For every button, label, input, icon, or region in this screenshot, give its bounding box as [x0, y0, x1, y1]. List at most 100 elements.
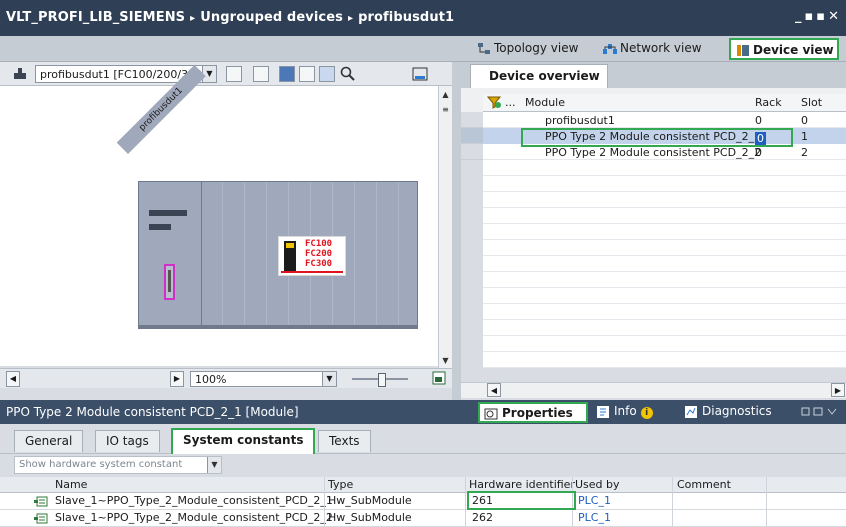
chevron-down-icon[interactable]: ▼	[439, 354, 452, 367]
tab-info[interactable]: Info i	[592, 402, 657, 423]
system-constants-table: Name Type Hardware identifier Used by Co…	[0, 477, 846, 527]
table-row[interactable]: Slave_1~PPO_Type_2_Module_consistent_PCD…	[0, 493, 846, 510]
column-hw-id[interactable]: Hardware identifier	[469, 478, 575, 491]
info-icon	[597, 406, 609, 418]
device-overview-header: ... Module Rack Slot	[483, 94, 846, 112]
tab-network-label: Network view	[620, 41, 702, 55]
cell-rack[interactable]: 0	[755, 114, 762, 127]
tab-topology-view[interactable]: Topology view	[472, 38, 584, 60]
tab-device-overview[interactable]: Device overview	[470, 64, 608, 88]
gutter-row	[461, 144, 483, 160]
scroll-right-icon[interactable]: ▶	[170, 371, 184, 387]
column-name[interactable]: Name	[55, 478, 87, 491]
fc-label-line: FC200	[305, 249, 333, 259]
zoom-select[interactable]: 100% ▼	[190, 371, 337, 387]
drive-icon	[284, 241, 296, 271]
column-divider[interactable]	[672, 477, 673, 527]
tab-diagnostics[interactable]: Diagnostics	[680, 402, 776, 423]
inspector-header: PPO Type 2 Module consistent PCD_2_1 [Mo…	[0, 400, 846, 424]
properties-subtabs: General IO tags System constants Texts	[0, 424, 846, 454]
zoom-slider[interactable]	[352, 373, 408, 387]
constant-icon	[34, 496, 48, 507]
breadcrumb: VLT_PROFI_LIB_SIEMENS ▸ Ungrouped devices ▸…	[6, 10, 454, 25]
table-row[interactable]: Slave_1~PPO_Type_2_Module_consistent_PCD…	[0, 510, 846, 527]
tab-diagnostics-label: Diagnostics	[702, 404, 772, 418]
subtab-io-tags[interactable]: IO tags	[95, 430, 160, 452]
cell-used-by-link[interactable]: PLC_1	[578, 494, 611, 507]
table-row[interactable]: profibusdut1 0 0	[483, 112, 846, 128]
column-rack[interactable]: Rack	[755, 96, 782, 109]
network-icon	[603, 44, 617, 54]
column-comment[interactable]: Comment	[677, 478, 731, 491]
toolbar-button-1[interactable]	[226, 66, 242, 82]
filter-icon[interactable]	[487, 96, 501, 109]
breadcrumb-project[interactable]: VLT_PROFI_LIB_SIEMENS	[6, 10, 185, 25]
split-view-icon[interactable]	[412, 66, 428, 82]
column-type[interactable]: Type	[328, 478, 353, 491]
cell-module: profibusdut1	[545, 114, 615, 127]
cell-rack[interactable]: 0	[755, 146, 762, 159]
column-divider[interactable]	[766, 477, 767, 527]
view-tabs-bar: Topology view Network view Device view	[0, 36, 846, 62]
rack-slot-0[interactable]	[139, 182, 202, 328]
tab-properties[interactable]: Properties	[478, 402, 588, 423]
profibus-connector[interactable]	[164, 264, 175, 300]
column-module[interactable]: Module	[525, 96, 565, 109]
chevron-up-icon[interactable]: ▲	[439, 88, 452, 101]
column-slot[interactable]: Slot	[801, 96, 822, 109]
zoom-icon[interactable]	[340, 66, 356, 82]
breadcrumb-group[interactable]: Ungrouped devices	[200, 10, 343, 25]
scroll-left-icon[interactable]: ◀	[487, 383, 501, 397]
column-divider[interactable]	[324, 477, 325, 527]
device-icon	[737, 45, 749, 56]
drive-module[interactable]: FC100 FC200 FC300	[278, 236, 346, 276]
cell-used-by-link[interactable]: PLC_1	[578, 511, 611, 524]
device-view-toolbar: profibusdut1 [FC100/200/300 ▼	[0, 62, 461, 86]
tab-network-view[interactable]: Network view	[598, 38, 708, 60]
zoom-value: 100%	[195, 373, 227, 386]
constants-filter-select[interactable]: Show hardware system constant ▼	[14, 456, 222, 474]
column-used-by[interactable]: Used by	[575, 478, 620, 491]
scroll-menu-icon[interactable]: ≡	[439, 103, 452, 116]
overview-horizontal-scrollbar[interactable]: ◀ ▶	[461, 382, 846, 398]
device-tool-icon[interactable]	[12, 67, 28, 81]
diagnostics-icon	[685, 406, 697, 418]
rack-bottom-line	[139, 325, 417, 328]
cell-hw-id[interactable]: 262	[472, 511, 493, 524]
subtab-system-constants[interactable]: System constants	[171, 428, 315, 454]
gutter-row	[461, 112, 483, 128]
breadcrumb-separator: ▸	[347, 13, 354, 24]
row-gutter	[461, 112, 483, 368]
pane-splitter[interactable]	[452, 62, 461, 400]
overview-navigator-icon[interactable]	[432, 371, 446, 385]
cell-type: Hw_SubModule	[328, 511, 412, 524]
scroll-left-icon[interactable]: ◀	[6, 371, 20, 387]
canvas-status-bar: ◀ ▶ 100% ▼	[0, 368, 452, 388]
selected-object-title: PPO Type 2 Module consistent PCD_2_1 [Mo…	[6, 405, 299, 419]
window-controls[interactable]: _▪▪✕	[795, 9, 842, 24]
fc-label-line: FC100	[305, 239, 333, 249]
highlight-selected-module	[521, 128, 793, 147]
column-ellipsis[interactable]: ...	[505, 96, 516, 109]
rack-marker	[149, 224, 171, 230]
cell-type: Hw_SubModule	[328, 494, 412, 507]
toolbar-button-2[interactable]	[253, 66, 269, 82]
canvas-vertical-scrollbar[interactable]: ▲ ≡ ▼	[438, 86, 452, 368]
system-constants-header: Name Type Hardware identifier Used by Co…	[0, 477, 846, 493]
scroll-right-icon[interactable]: ▶	[831, 383, 845, 397]
toolbar-button-3[interactable]	[279, 66, 295, 82]
subtab-general[interactable]: General	[14, 430, 84, 452]
panel-options-icon[interactable]	[800, 406, 840, 418]
chevron-down-icon[interactable]: ▼	[322, 372, 336, 386]
info-badge-icon: i	[640, 407, 653, 419]
column-divider[interactable]	[465, 477, 466, 527]
breadcrumb-device[interactable]: profibusdut1	[358, 10, 454, 25]
device-overview-rows: profibusdut1 0 0 PPO Type 2 Module consi…	[483, 112, 846, 368]
toolbar-button-5[interactable]	[319, 66, 335, 82]
toolbar-button-4[interactable]	[299, 66, 315, 82]
tab-topology-label: Topology view	[494, 41, 579, 55]
cell-module: PPO Type 2 Module consistent PCD_2_2	[545, 146, 762, 159]
subtab-texts[interactable]: Texts	[318, 430, 371, 452]
chevron-down-icon[interactable]: ▼	[207, 457, 221, 473]
tab-device-view[interactable]: Device view	[729, 38, 839, 60]
